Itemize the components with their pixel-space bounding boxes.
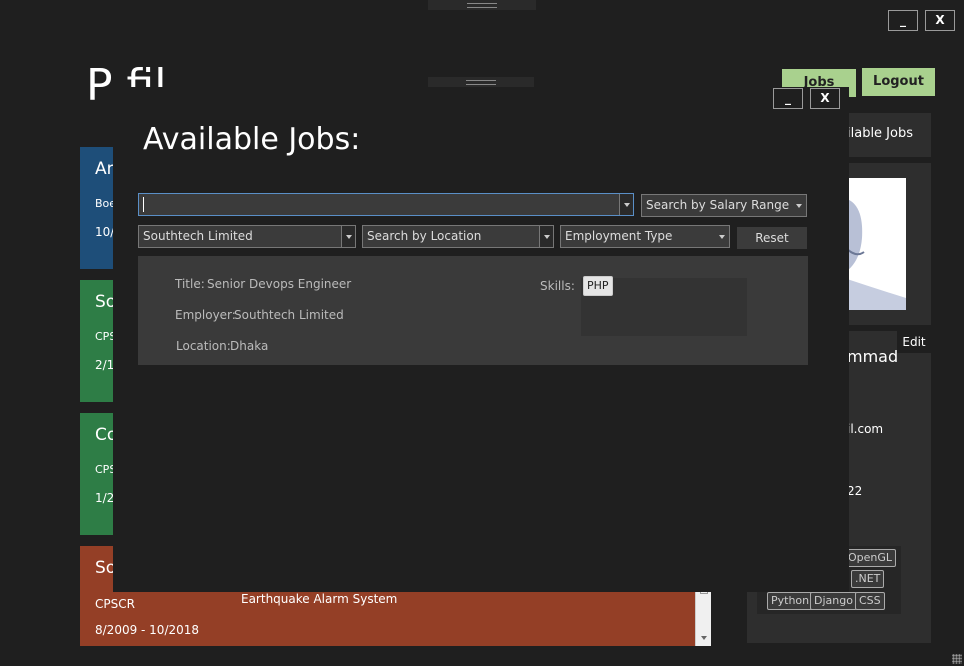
anonymous-mask-icon [844, 178, 906, 310]
job-employer-label: Employer: [175, 308, 236, 322]
salary-range-label: Search by Salary Range [646, 198, 790, 212]
reset-button[interactable]: Reset [737, 227, 807, 249]
dialog-close-button[interactable]: X [810, 88, 840, 109]
dialog-drag-handle[interactable] [428, 77, 534, 87]
employment-type-dropdown[interactable]: Employment Type [560, 225, 730, 248]
chevron-down-icon [719, 235, 725, 239]
card-line: CPSCR [95, 597, 135, 611]
skill-tag: Django [810, 592, 857, 610]
profile-email: il.com [847, 422, 884, 436]
card-scrollbar[interactable] [695, 584, 711, 646]
skill-tag: OpenGL [844, 549, 897, 567]
job-search-input[interactable] [138, 193, 634, 216]
card-date: 8/2009 - 10/2018 [95, 623, 200, 637]
available-jobs-tab-label: ilable Jobs [847, 126, 913, 141]
skill-tag: .NET [851, 570, 885, 588]
edit-button[interactable]: Edit [897, 331, 931, 353]
job-title-label: Title: [175, 277, 205, 291]
main-drag-handle[interactable] [428, 0, 536, 10]
salary-range-dropdown[interactable]: Search by Salary Range [641, 194, 807, 217]
employer-filter-value: Southtech Limited [143, 229, 253, 243]
resize-grip-icon[interactable] [952, 654, 962, 664]
profile-name: mmad [847, 347, 899, 366]
text-cursor [143, 197, 144, 212]
chevron-down-icon[interactable] [539, 226, 553, 247]
scroll-down-arrow-icon[interactable] [701, 636, 707, 640]
skill-tag: Python [767, 592, 814, 610]
skill-tag: CSS [855, 592, 885, 610]
avatar [844, 178, 906, 310]
chevron-down-icon[interactable] [619, 194, 633, 215]
profile-phone: 22 [847, 484, 863, 498]
job-employer: Southtech Limited [234, 308, 344, 322]
card-date: 2/1 [95, 358, 115, 372]
main-minimize-button[interactable]: _ [888, 10, 918, 31]
employment-type-value: Employment Type [565, 229, 673, 243]
job-list-item[interactable]: Title: Senior Devops Engineer Employer: … [138, 256, 808, 365]
card-date: 10/ [95, 225, 115, 239]
job-location: Dhaka [230, 339, 269, 353]
location-filter-value: Search by Location [367, 229, 482, 243]
available-jobs-dialog: _ X Available Jobs: Search by Salary Ran… [113, 87, 849, 592]
location-filter-dropdown[interactable]: Search by Location [362, 225, 554, 248]
dialog-minimize-button[interactable]: _ [773, 88, 803, 109]
job-skill-tag: PHP [583, 276, 613, 296]
main-close-button[interactable]: X [925, 10, 955, 31]
card-description: Earthquake Alarm System [241, 592, 398, 606]
card-date: 1/2 [95, 491, 115, 505]
job-location-label: Location: [176, 339, 231, 353]
dialog-title: Available Jobs: [143, 122, 361, 157]
employer-filter-dropdown[interactable]: Southtech Limited [138, 225, 356, 248]
logout-button[interactable]: Logout [862, 68, 935, 96]
chevron-down-icon[interactable] [341, 226, 355, 247]
job-skills-label: Skills: [540, 279, 575, 293]
job-title: Senior Devops Engineer [207, 277, 352, 291]
chevron-down-icon [796, 204, 802, 208]
